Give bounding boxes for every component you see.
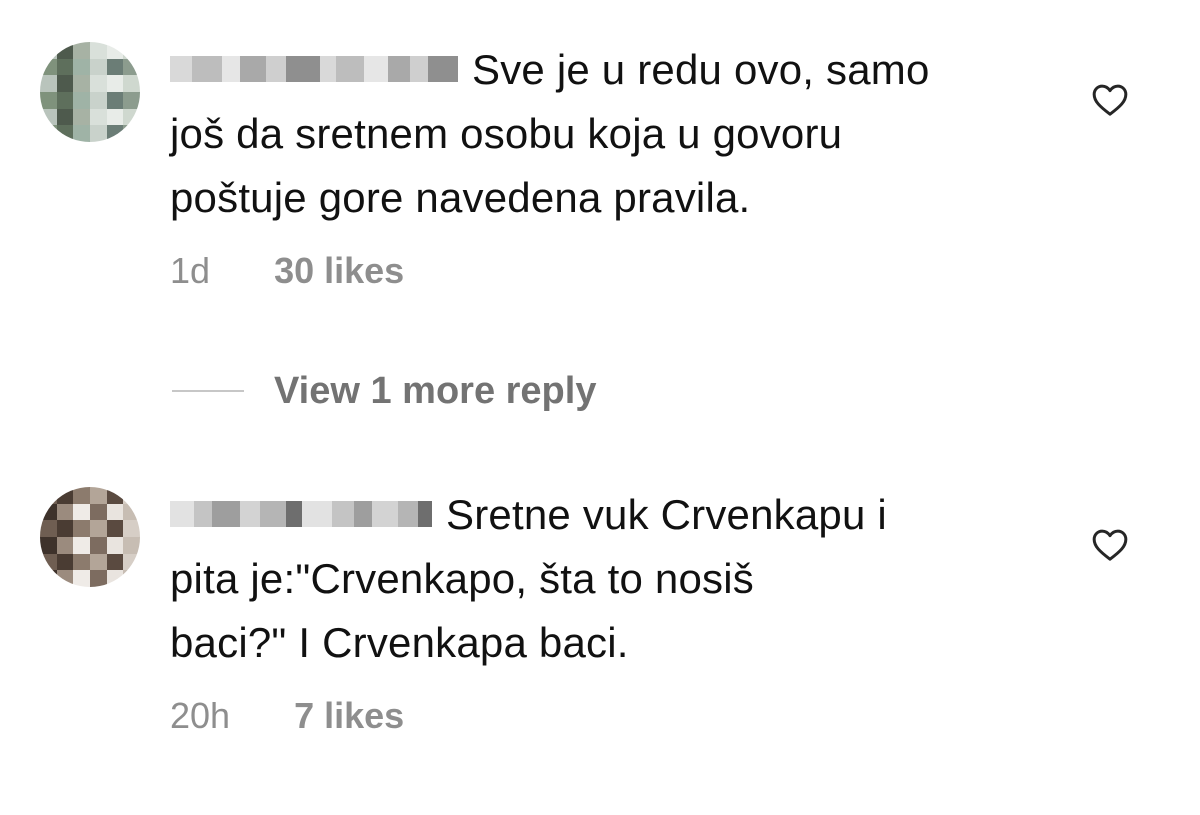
avatar-blur	[40, 487, 140, 587]
avatar-blur	[40, 42, 140, 142]
heart-icon[interactable]	[1090, 525, 1130, 565]
username-blurred[interactable]	[170, 55, 458, 82]
view-more-replies-button[interactable]: View 1 more reply	[172, 366, 596, 416]
comment-meta: 1d 30 likes	[170, 250, 404, 292]
comment: Sve je u redu ovo, samo još da sretnem o…	[0, 0, 1200, 300]
comment: Sretne vuk Crvenkapu i pita je:"Crvenkap…	[0, 470, 1200, 750]
comment-meta: 20h 7 likes	[170, 695, 404, 737]
likes-count[interactable]: 30 likes	[274, 250, 404, 291]
comment-text-line: Sretne vuk Crvenkapu i	[446, 491, 887, 538]
view-more-replies-label: View 1 more reply	[274, 369, 597, 412]
comment-text-line: još da sretnem osobu koja u govoru	[170, 110, 843, 157]
likes-count[interactable]: 7 likes	[294, 695, 404, 736]
avatar[interactable]	[40, 487, 140, 587]
comments-thread: Sve je u redu ovo, samo još da sretnem o…	[0, 0, 1200, 815]
comment-text-line: Sve je u redu ovo, samo	[472, 46, 930, 93]
comment-line: Sretne vuk Crvenkapu i	[170, 483, 1050, 547]
comment-text-line: baci?" I Crvenkapa baci.	[170, 619, 629, 666]
reply-divider-line	[172, 390, 244, 392]
comment-text-line: pita je:"Crvenkapo, šta to nosiš	[170, 555, 754, 602]
comment-body: Sretne vuk Crvenkapu i pita je:"Crvenkap…	[170, 483, 1050, 675]
heart-icon[interactable]	[1090, 80, 1130, 120]
comment-body: Sve je u redu ovo, samo još da sretnem o…	[170, 38, 1050, 230]
comment-text-line: poštuje gore navedena pravila.	[170, 174, 751, 221]
comment-time: 1d	[170, 250, 211, 291]
comment-time: 20h	[170, 695, 231, 736]
comment-line: Sve je u redu ovo, samo	[170, 38, 1050, 102]
username-blurred[interactable]	[170, 500, 432, 527]
avatar[interactable]	[40, 42, 140, 142]
